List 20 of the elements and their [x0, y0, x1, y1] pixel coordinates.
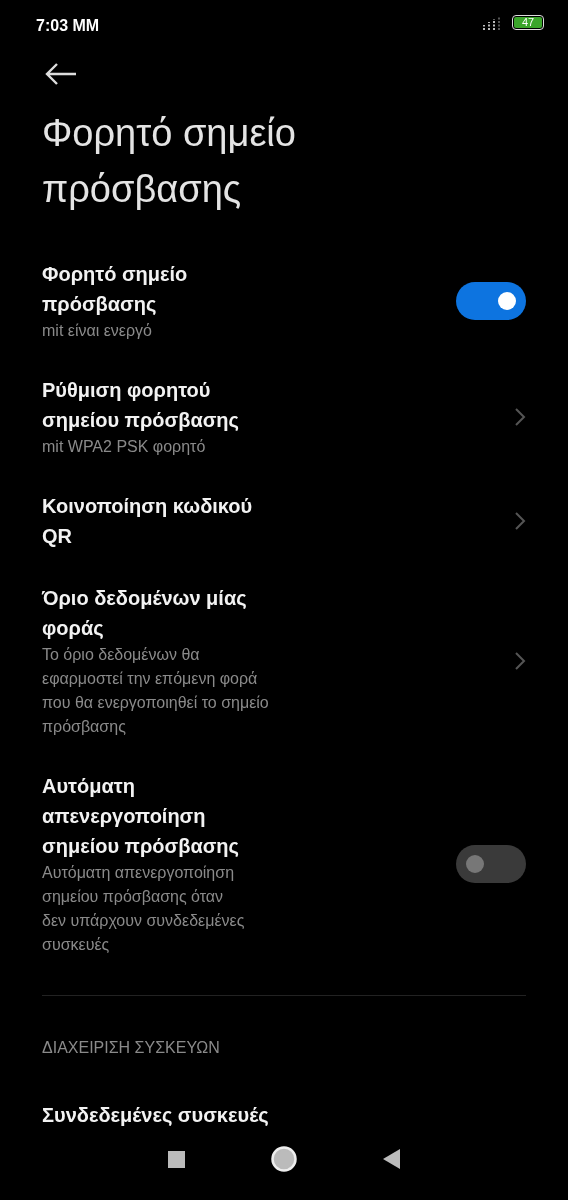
item-title: Αυτόματη απενεργοποίηση σημείου πρόσβασης	[42, 774, 240, 859]
item-title: Ρύθμιση φορητού σημείου πρόσβασης	[42, 378, 240, 433]
item-subtitle: mit είναι ενεργό	[42, 321, 153, 341]
battery-icon: 47	[512, 14, 544, 30]
settings-item[interactable]: Ρύθμιση φορητού σημείου πρόσβασης mit WPA2 PSK φορητό	[0, 359, 568, 475]
item-title: Φορητό σημείο πρόσβασης	[42, 262, 189, 317]
item-title: Όριο δεδομένων μίας φοράς	[42, 586, 248, 641]
settings-item[interactable]: Κοινοποίηση κωδικού QR	[0, 475, 568, 567]
section-header: ΔΙΑΧΕΙΡΙΣΗ ΣΥΣΚΕΥΩΝ	[41, 1038, 221, 1058]
settings-item[interactable]: Συνδεδεμένες συσκευές	[0, 1084, 568, 1146]
item-title: Συνδεδεμένες συσκευές	[42, 1103, 270, 1128]
item-subtitle: mit WPA2 PSK φορητό	[42, 437, 207, 457]
settings-item[interactable]: Όριο δεδομένων μίας φοράς Το όριο δεδομένων θα εφαρμοστεί την επόμενη φορά που θα ενεργοποιηθεί το σημείο πρόσβασης	[0, 567, 568, 755]
item-title: Κοινοποίηση κωδικού QR	[42, 494, 254, 549]
page-title: Φορητό σημείο πρόσβασης	[41, 111, 297, 212]
settings-item[interactable]: Φορητό σημείο πρόσβασης mit είναι ενεργό	[0, 243, 568, 359]
item-subtitle: Το όριο δεδομένων θα εφαρμοστεί την επόμενη φορά που θα ενεργοποιηθεί το σημείο πρόσβασης	[42, 645, 270, 737]
status-time: 7:03 MM	[36, 16, 100, 36]
item-subtitle: Αυτόματη απενεργοποίηση σημείου πρόσβασης όταν δεν υπάρχουν συνδεδεμένες συσκευές	[42, 863, 246, 955]
settings-item[interactable]: Αυτόματη απενεργοποίηση σημείου πρόσβασης Αυτόματη απενεργοποίηση σημείου πρόσβασης όταν δεν υπάρχουν συνδεδεμένες συσκευές	[0, 755, 568, 973]
